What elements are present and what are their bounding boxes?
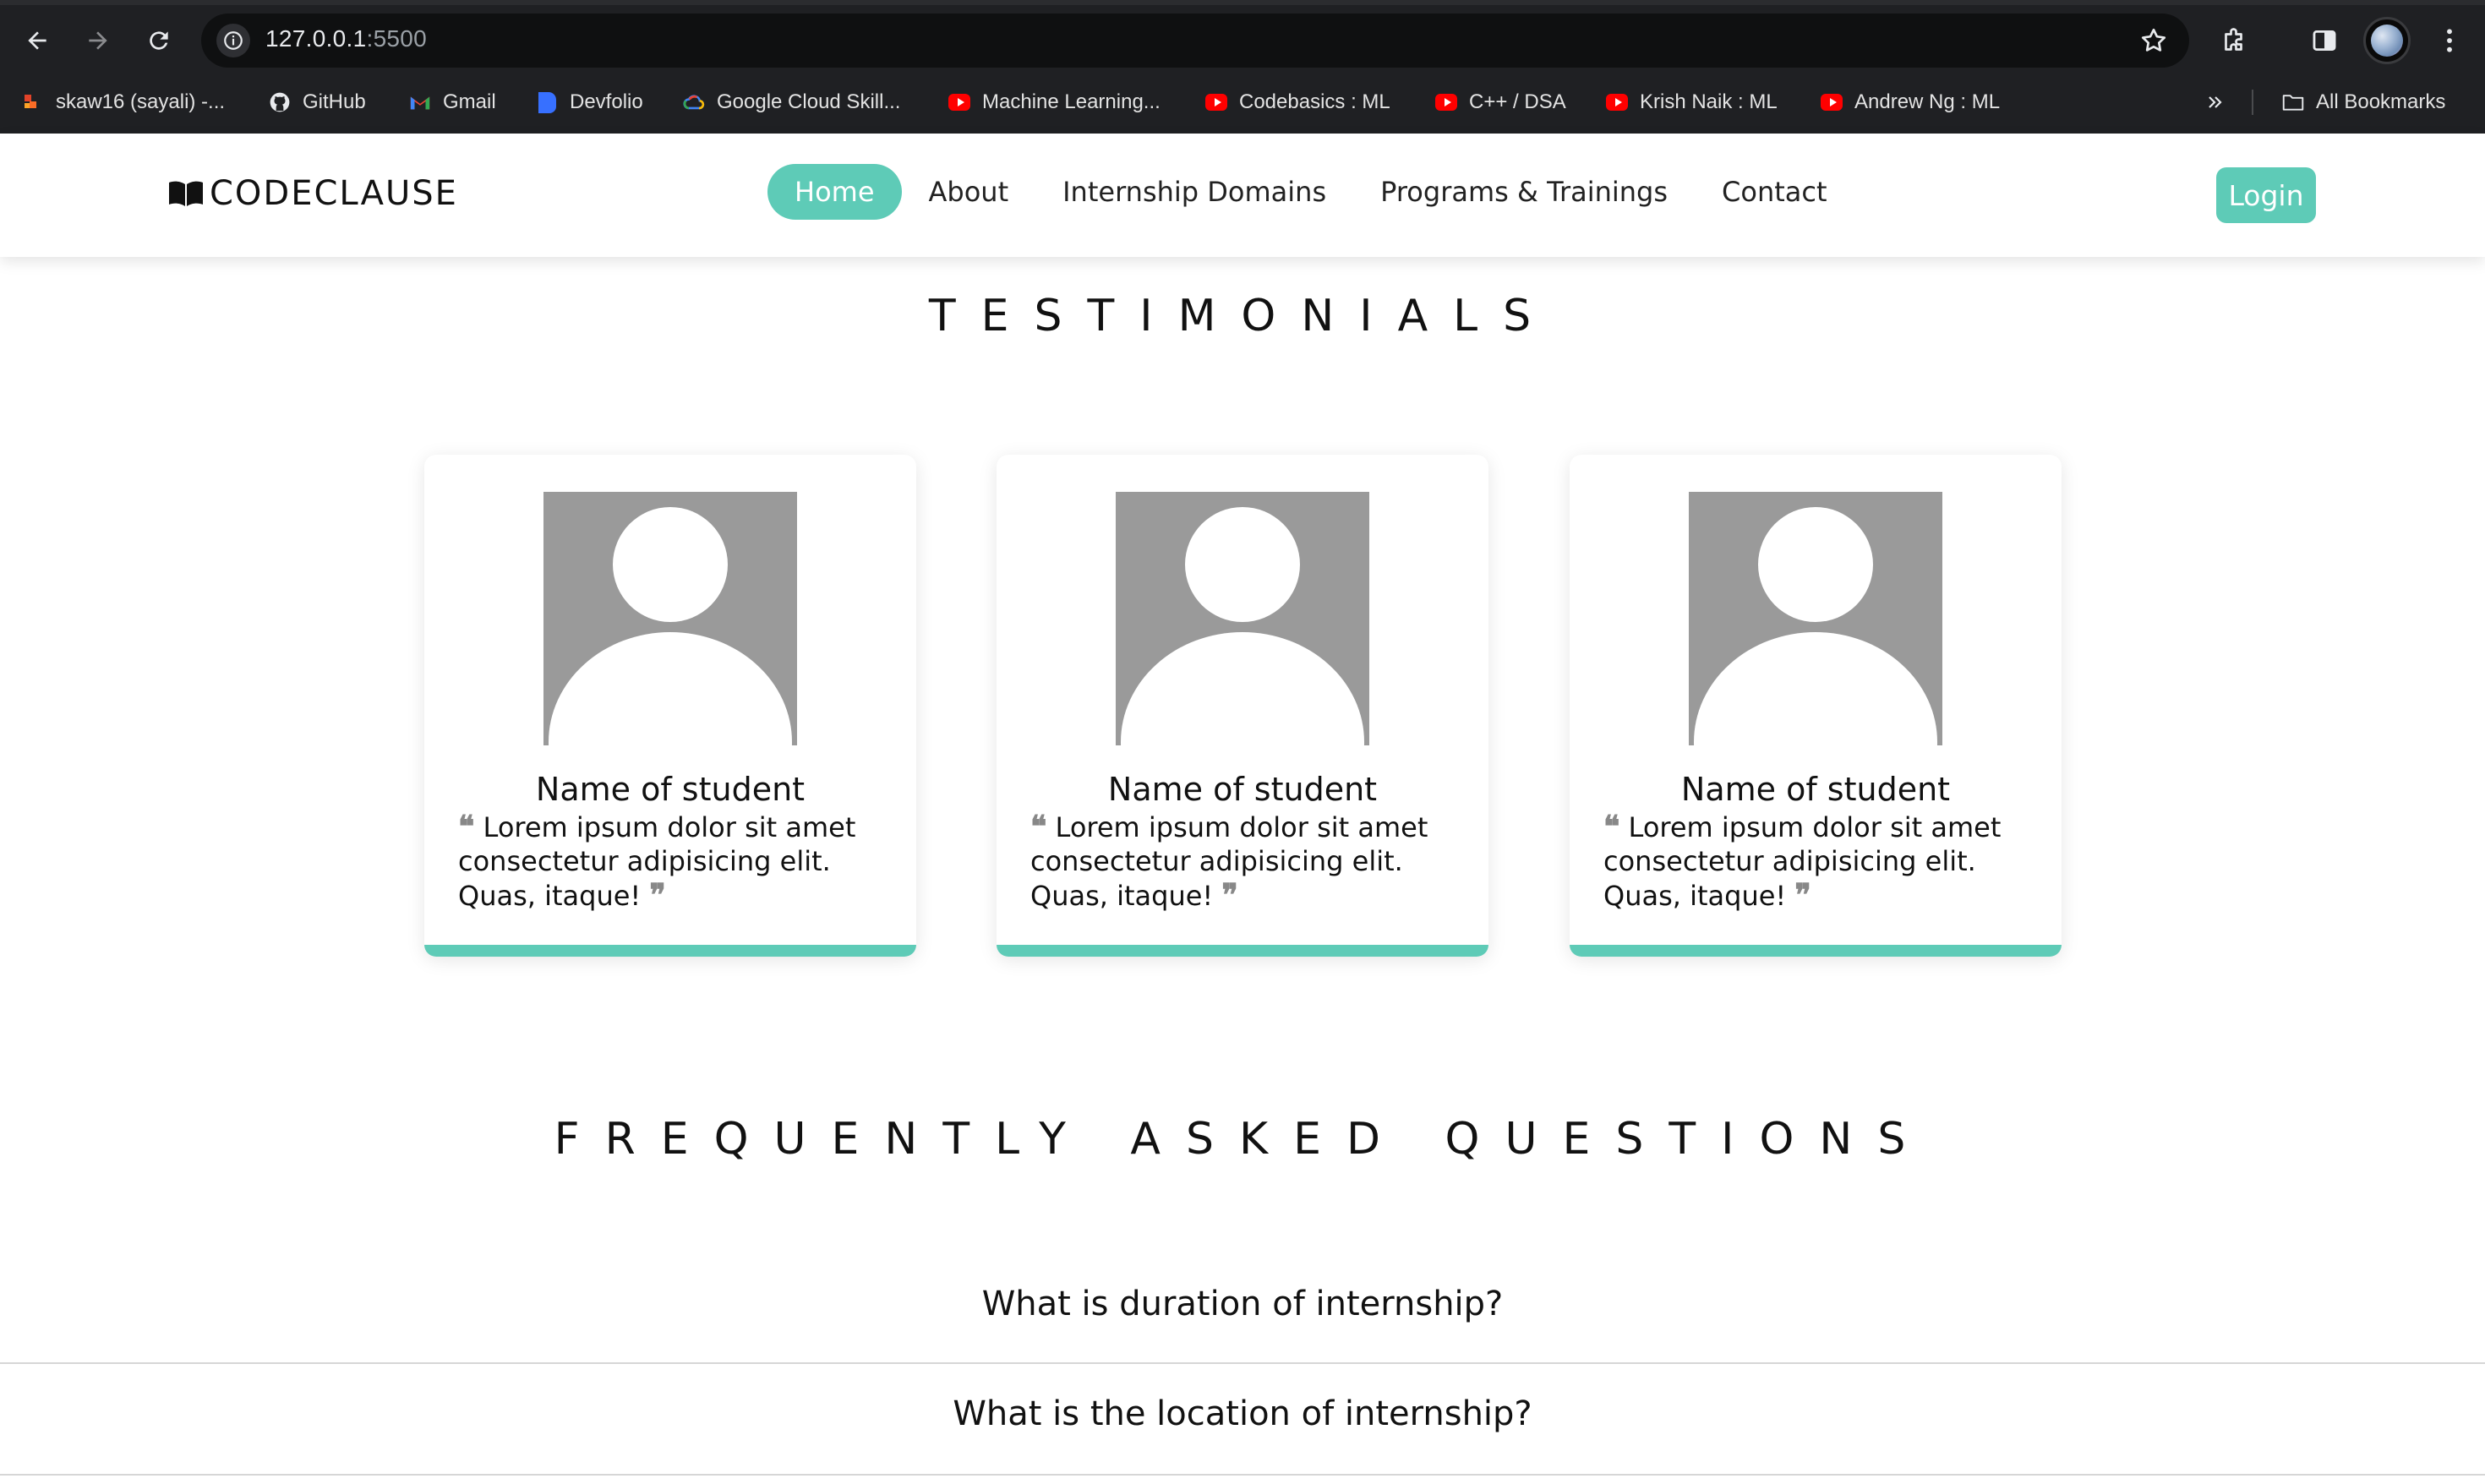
bookmark-item[interactable]: Devfolio <box>536 88 643 117</box>
faq-title: FREQUENTLY ASKED QUESTIONS <box>554 1114 1931 1165</box>
double-chevron-right-icon <box>2204 91 2226 113</box>
bookmarks-divider <box>2252 90 2253 115</box>
youtube-icon <box>1821 91 1843 113</box>
devfolio-icon <box>536 91 558 113</box>
url-text[interactable]: 127.0.0.1:5500 <box>265 25 427 52</box>
youtube-icon <box>948 91 970 113</box>
bookmark-item[interactable]: Andrew Ng : ML <box>1821 88 2000 117</box>
address-bar[interactable]: 127.0.0.1:5500 <box>201 14 2189 68</box>
student-avatar <box>1116 492 1369 745</box>
bookmark-item[interactable]: Codebasics : ML <box>1205 88 1390 117</box>
bookmark-item[interactable]: Krish Naik : ML <box>1606 88 1778 117</box>
quote-open-icon: ❝ <box>1030 809 1047 844</box>
bookmark-label: Google Cloud Skill... <box>717 90 901 113</box>
reload-button[interactable] <box>135 17 183 64</box>
browser-toolbar: 127.0.0.1:5500 <box>0 0 2485 71</box>
bookmark-label: Devfolio <box>570 90 643 113</box>
folder-icon <box>2282 91 2304 113</box>
nav-home[interactable]: Home <box>767 164 902 220</box>
gmail-icon <box>409 91 431 113</box>
site-logo[interactable]: CODECLAUSE <box>167 174 458 213</box>
bookmark-label: Codebasics : ML <box>1239 90 1390 113</box>
url-port: :5500 <box>366 25 428 52</box>
testimonial-card: Name of student ❝ Lorem ipsum dolor sit … <box>1570 455 2062 957</box>
testimonial-card: Name of student ❝ Lorem ipsum dolor sit … <box>424 455 916 957</box>
bookmark-label: C++ / DSA <box>1469 90 1566 113</box>
testimonial-quote: ❝ Lorem ipsum dolor sit amet consectetur… <box>458 810 889 913</box>
nav-internship-domains[interactable]: Internship Domains <box>1035 164 1353 220</box>
gitlab-icon <box>22 91 44 113</box>
youtube-icon <box>1606 91 1628 113</box>
quote-open-icon: ❝ <box>458 809 475 844</box>
bookmark-item[interactable]: C++ / DSA <box>1435 88 1566 117</box>
profile-avatar[interactable] <box>2363 17 2411 64</box>
bookmark-label: GitHub <box>303 90 366 113</box>
faq-divider <box>0 1362 2485 1364</box>
youtube-icon <box>1435 91 1457 113</box>
quote-close-icon: ❞ <box>1794 877 1811 913</box>
nav-programs-trainings[interactable]: Programs & Trainings <box>1353 164 1695 220</box>
book-icon <box>169 181 203 206</box>
nav-contact[interactable]: Contact <box>1695 164 1854 220</box>
faq-divider <box>0 1474 2485 1476</box>
more-bookmarks-button[interactable] <box>2204 88 2226 117</box>
login-button[interactable]: Login <box>2216 167 2316 223</box>
testimonials-title: TESTIMONIALS <box>928 291 1557 341</box>
google-cloud-icon <box>683 91 705 113</box>
faq-question[interactable]: What is the location of internship? <box>0 1394 2485 1433</box>
all-bookmarks-button[interactable]: All Bookmarks <box>2282 88 2445 117</box>
quote-close-icon: ❞ <box>649 877 666 913</box>
quote-open-icon: ❝ <box>1603 809 1620 844</box>
nav-about[interactable]: About <box>902 164 1036 220</box>
extensions-icon[interactable] <box>2216 22 2253 59</box>
student-avatar <box>543 492 797 745</box>
site-info-icon[interactable] <box>216 24 250 57</box>
site-header: CODECLAUSE Home About Internship Domains… <box>0 134 2485 257</box>
bookmark-label: Andrew Ng : ML <box>1854 90 2001 113</box>
bookmark-item[interactable]: Google Cloud Skill... <box>683 88 900 117</box>
bookmark-item[interactable]: Machine Learning... <box>948 88 1161 117</box>
bookmark-item[interactable]: Gmail <box>409 88 496 117</box>
student-avatar <box>1689 492 1942 745</box>
student-name: Name of student <box>535 771 806 808</box>
github-icon <box>269 91 291 113</box>
url-host: 127.0.0.1 <box>265 25 367 52</box>
youtube-icon <box>1205 91 1227 113</box>
arrow-right-icon <box>89 31 107 50</box>
forward-button[interactable] <box>74 17 122 64</box>
bookmark-item[interactable]: skaw16 (sayali) -... <box>22 88 225 117</box>
arrow-left-icon <box>28 31 46 50</box>
bookmark-star-icon[interactable] <box>2138 25 2169 56</box>
testimonial-card: Name of student ❝ Lorem ipsum dolor sit … <box>997 455 1488 957</box>
reload-icon <box>150 31 168 50</box>
quote-close-icon: ❞ <box>1221 877 1238 913</box>
all-bookmarks-label: All Bookmarks <box>2316 90 2446 113</box>
profile-image <box>2371 25 2403 57</box>
bookmarks-bar: skaw16 (sayali) -... GitHub Gmail Devfol… <box>0 71 2485 134</box>
testimonial-quote: ❝ Lorem ipsum dolor sit amet consectetur… <box>1030 810 1461 913</box>
back-button[interactable] <box>14 17 61 64</box>
bookmark-label: Machine Learning... <box>982 90 1161 113</box>
student-name: Name of student <box>1107 771 1378 808</box>
bookmark-label: Gmail <box>443 90 496 113</box>
bookmark-label: skaw16 (sayali) -... <box>56 90 226 113</box>
logo-text: CODECLAUSE <box>210 174 458 213</box>
side-panel-icon[interactable] <box>2306 22 2343 59</box>
bookmark-item[interactable]: GitHub <box>269 88 366 117</box>
browser-menu-icon[interactable] <box>2431 22 2468 59</box>
faq-question[interactable]: What is duration of internship? <box>0 1285 2485 1323</box>
student-name: Name of student <box>1680 771 1951 808</box>
bookmark-label: Krish Naik : ML <box>1640 90 1778 113</box>
testimonial-quote: ❝ Lorem ipsum dolor sit amet consectetur… <box>1603 810 2034 913</box>
main-nav: Home About Internship Domains Programs &… <box>767 164 1854 220</box>
